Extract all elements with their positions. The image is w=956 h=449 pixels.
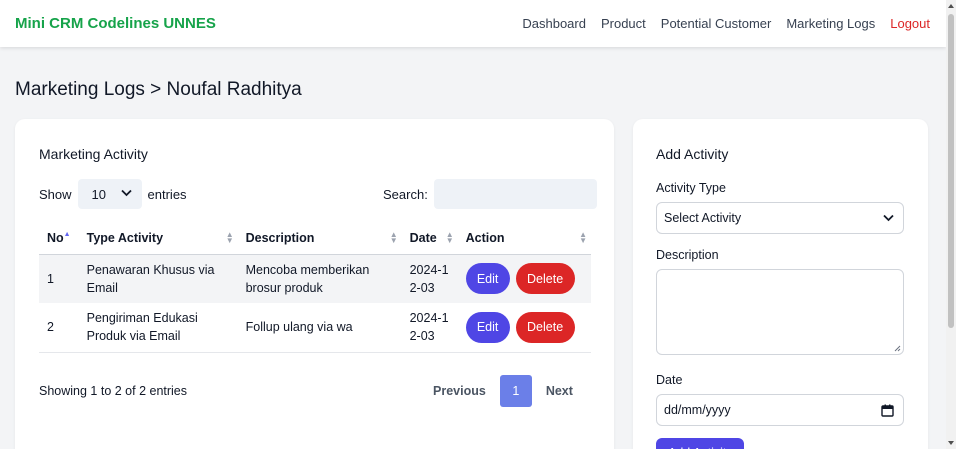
marketing-activity-title: Marketing Activity [39, 146, 148, 162]
entries-label: entries [147, 186, 187, 202]
date-input[interactable]: dd/mm/yyyy [656, 394, 904, 426]
entries-length-control: Show 10 entries [39, 179, 187, 209]
table-header-row: No▲ Type Activity ▲ ▼ Description ▲ ▼ Date… [39, 222, 591, 255]
scrollbar-thumb[interactable] [948, 14, 954, 328]
search-control: Search: [383, 179, 597, 209]
add-activity-title: Add Activity [656, 146, 729, 162]
navbar: Mini CRM Codelines UNNES Dashboard Produ… [0, 0, 946, 47]
table-row: 2 Pengiriman Edukasi Produk via Email Fo… [39, 303, 591, 353]
nav-link-dashboard[interactable]: Dashboard [522, 16, 586, 31]
nav-link-product[interactable]: Product [601, 16, 646, 31]
activity-type-placeholder: Select Activity [664, 211, 742, 225]
column-header-no[interactable]: No▲ [39, 222, 79, 255]
column-header-date[interactable]: Date ▲ ▼ [401, 222, 458, 255]
show-label: Show [39, 186, 72, 202]
date-label: Date [656, 373, 683, 387]
table-info: Showing 1 to 2 of 2 entries [39, 384, 188, 398]
column-header-type-activity[interactable]: Type Activity ▲ ▼ [78, 222, 238, 255]
cell-no: 1 [47, 271, 54, 286]
activity-type-select[interactable]: Select Activity [656, 202, 904, 234]
nav-link-logout[interactable]: Logout [890, 16, 930, 31]
pagination-page-1[interactable]: 1 [499, 375, 532, 407]
description-label: Description [656, 248, 719, 262]
cell-date: 2024-12-03 [409, 262, 449, 295]
entries-value: 10 [91, 186, 106, 202]
search-input[interactable] [433, 179, 597, 209]
search-label: Search: [383, 186, 428, 202]
sort-icon: ▲ ▼ [389, 230, 398, 245]
page-title: Marketing Logs > Noufal Radhitya [15, 79, 302, 100]
edit-button[interactable]: Edit [465, 263, 510, 295]
nav-link-potential-customer[interactable]: Potential Customer [661, 16, 772, 31]
scroll-up-arrow-icon[interactable] [948, 4, 954, 8]
sort-icon: ▲ ▼ [579, 230, 587, 245]
scroll-down-arrow-icon[interactable] [948, 441, 954, 445]
nav-links: Dashboard Product Potential Customer Mar… [522, 16, 930, 31]
pagination-previous[interactable]: Previous [433, 384, 486, 398]
cell-action: Edit Delete [458, 254, 591, 303]
chevron-down-icon [120, 189, 132, 197]
brand-title[interactable]: Mini CRM Codelines UNNES [15, 15, 216, 32]
cell-description: Follup ulang via wa [237, 303, 402, 353]
pagination: Previous 1 Next [433, 375, 573, 407]
resize-grip-icon[interactable] [894, 345, 901, 352]
sort-asc-icon: ▲ [63, 230, 71, 238]
entries-select[interactable]: 10 [77, 179, 142, 209]
calendar-icon[interactable] [881, 404, 894, 417]
marketing-activity-card: Marketing Activity Show 10 entries Searc… [15, 119, 614, 449]
cell-description: Mencoba memberikan brosur produk [245, 262, 370, 295]
cell-date: 2024-12-03 [401, 303, 458, 353]
add-activity-button[interactable]: Add Activity [656, 438, 744, 449]
pagination-next[interactable]: Next [546, 384, 573, 398]
column-header-action[interactable]: Action ▲ ▼ [457, 222, 591, 255]
cell-no: 2 [39, 303, 79, 353]
description-textarea[interactable] [656, 269, 904, 355]
column-header-description[interactable]: Description ▲ ▼ [237, 222, 402, 255]
activity-table: No▲ Type Activity ▲ ▼ Description ▲ ▼ Date… [39, 222, 591, 353]
chevron-down-icon [883, 214, 894, 222]
edit-button[interactable]: Edit [465, 311, 510, 343]
sort-icon: ▲ ▼ [225, 230, 234, 245]
delete-button[interactable]: Delete [515, 263, 575, 295]
cell-type-activity: Penawaran Khusus via Email [86, 262, 215, 295]
cell-type-activity: Pengiriman Edukasi Produk via Email [78, 303, 238, 353]
cell-action: Edit Delete [457, 303, 591, 353]
table-row: 1 Penawaran Khusus via Email Mencoba mem… [39, 254, 591, 303]
delete-button[interactable]: Delete [515, 311, 575, 343]
date-placeholder: dd/mm/yyyy [664, 403, 731, 417]
page-scrollbar[interactable] [946, 0, 956, 449]
activity-type-label: Activity Type [656, 181, 726, 195]
sort-icon: ▲ ▼ [445, 230, 454, 245]
nav-link-marketing-logs[interactable]: Marketing Logs [786, 16, 875, 31]
add-activity-card: Add Activity Activity Type Select Activi… [633, 119, 928, 449]
